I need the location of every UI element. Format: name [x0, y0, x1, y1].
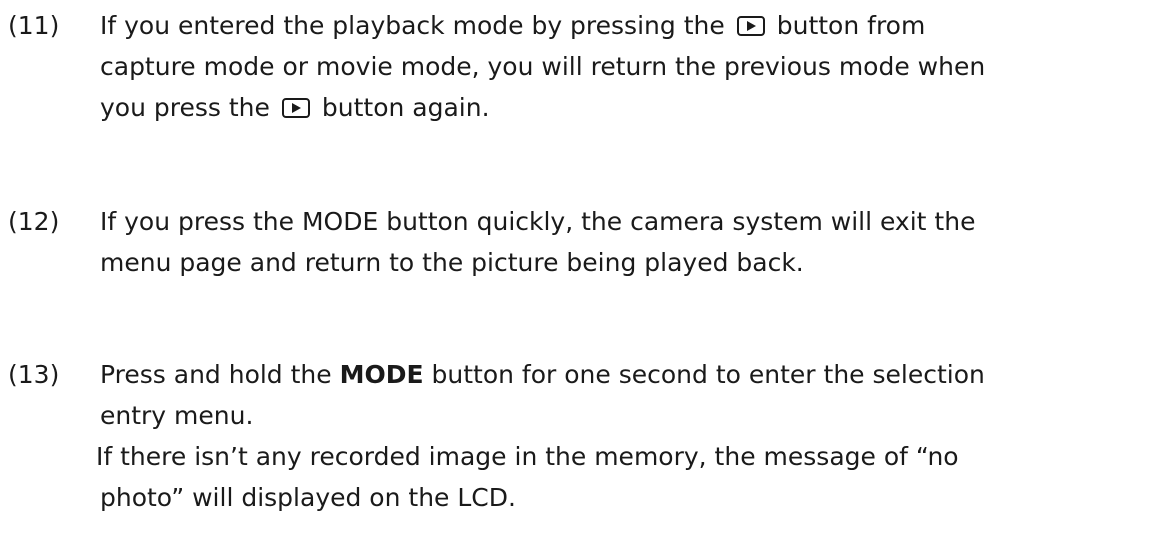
item-number: (11): [8, 11, 60, 40]
playback-button-icon: [736, 16, 765, 36]
item-text: Press and hold the: [100, 360, 332, 389]
item-text: If you entered the playback mode by pres…: [100, 11, 725, 40]
item-number: (13): [8, 360, 60, 389]
item-text: button for one second to enter the selec…: [431, 360, 985, 389]
item-line: menu page and return to the picture bein…: [100, 248, 804, 277]
mode-keyword: MODE: [339, 360, 424, 389]
item-line: capture mode or movie mode, you will ret…: [100, 52, 986, 81]
item-number: (12): [8, 207, 60, 236]
note-line: If there isn’t any recorded image in the…: [96, 442, 959, 471]
item-line: If you entered the playback mode by pres…: [100, 6, 925, 46]
note-line: photo” will displayed on the LCD.: [100, 483, 516, 512]
item-line: If you press the MODE button quickly, th…: [100, 207, 976, 236]
item-line: entry menu.: [100, 401, 254, 430]
item-text: button from: [776, 11, 926, 40]
item-line: Press and hold the MODE button for one s…: [100, 355, 985, 395]
item-text: you press the: [100, 93, 270, 122]
item-line: you press the button again.: [100, 88, 490, 128]
playback-button-icon: [281, 98, 310, 118]
item-text: button again.: [321, 93, 490, 122]
